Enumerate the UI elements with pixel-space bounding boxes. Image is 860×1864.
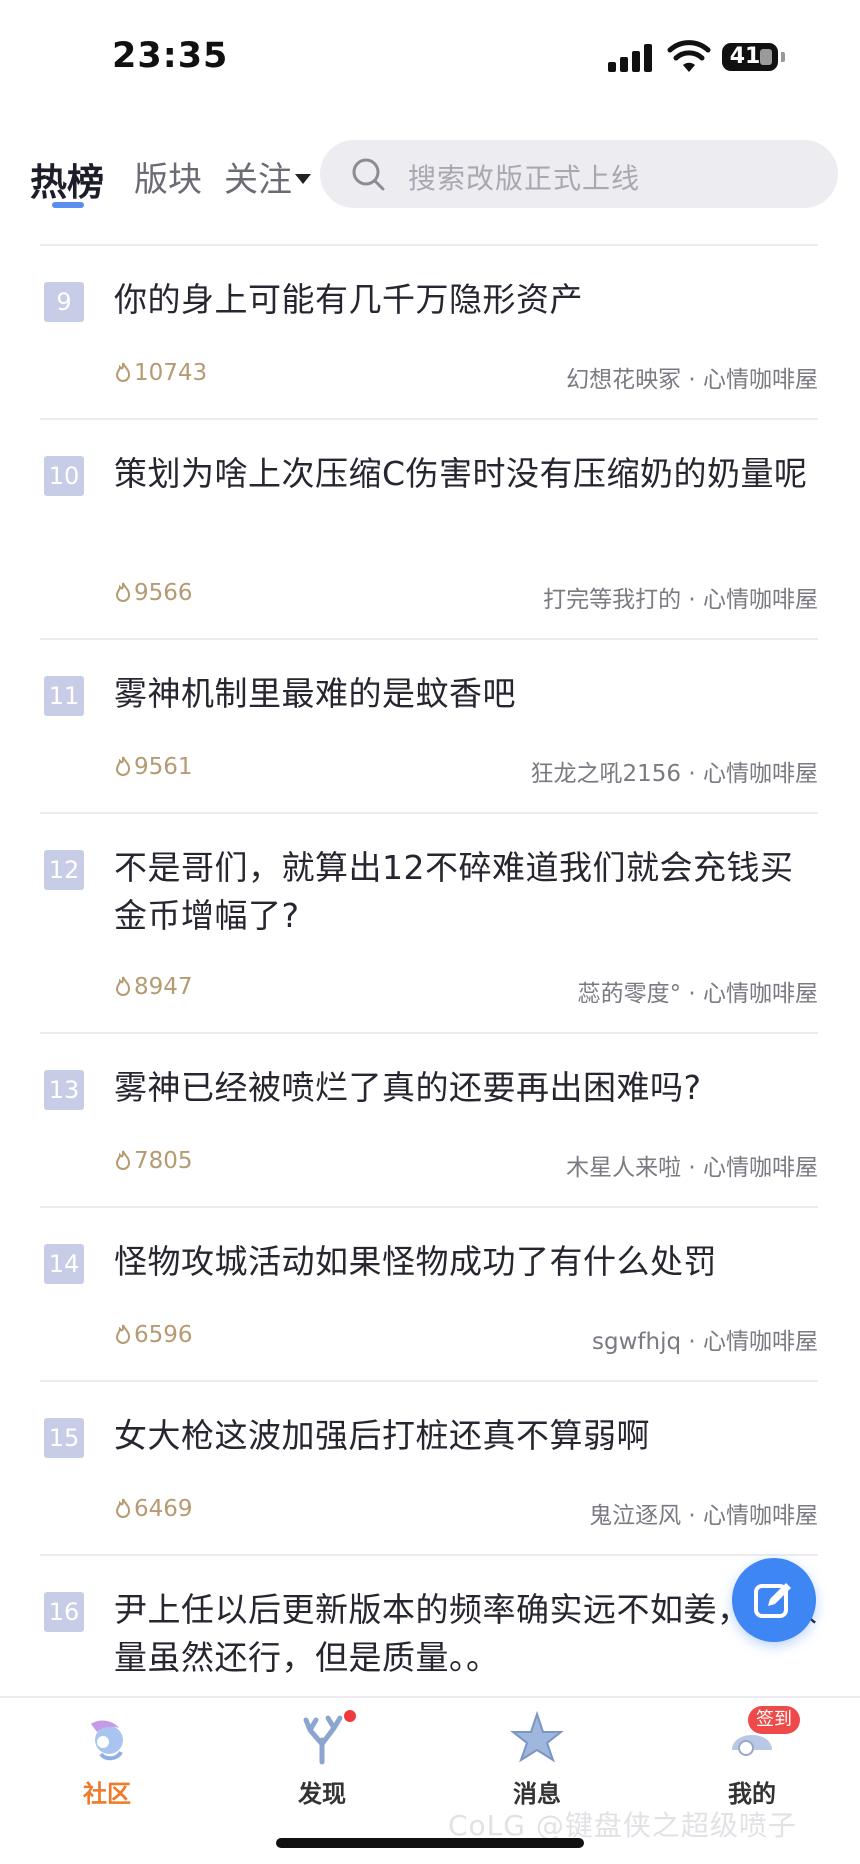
coral-icon xyxy=(294,1708,358,1766)
post-author-board[interactable]: 打完等我打的 · 心情咖啡屋 xyxy=(543,580,818,614)
status-time: 23:35 xyxy=(112,36,229,76)
rank-badge: 10 xyxy=(44,456,84,496)
battery-icon: 41 xyxy=(722,43,778,71)
list-item[interactable]: 14 怪物攻城活动如果怪物成功了有什么处罚 6596 sgwfhjq · 心情咖… xyxy=(0,1206,860,1380)
post-author-board[interactable]: 木星人来啦 · 心情咖啡屋 xyxy=(566,1148,818,1182)
tab-boards[interactable]: 版块 xyxy=(134,152,202,201)
caret-down-icon xyxy=(295,173,311,184)
list-item[interactable]: 9 你的身上可能有几千万隐形资产 10743 幻想花映冢 · 心情咖啡屋 xyxy=(0,244,860,418)
rank-badge: 11 xyxy=(44,676,84,716)
heat-value: 9566 xyxy=(134,580,193,606)
top-header: 热榜 版块 关注 搜索改版正式上线 xyxy=(0,130,860,240)
rank-badge: 12 xyxy=(44,850,84,890)
status-bar: 23:35 41 xyxy=(0,0,860,110)
rank-badge: 13 xyxy=(44,1070,84,1110)
heat-count: 9561 xyxy=(114,754,193,780)
nav-label-community: 社区 xyxy=(83,1780,131,1808)
heat-count: 9566 xyxy=(114,580,193,606)
active-tab-indicator xyxy=(52,202,84,208)
post-title: 女大枪这波加强后打桩还真不算弱啊 xyxy=(114,1416,650,1455)
battery-level-text: 41 xyxy=(729,44,761,69)
heat-count: 7805 xyxy=(114,1148,193,1174)
nav-item-community[interactable]: 社区 xyxy=(37,1710,177,1809)
shell-icon: 签到 xyxy=(724,1706,800,1766)
flame-icon xyxy=(115,1498,131,1518)
nav-item-discover[interactable]: 发现 xyxy=(252,1708,392,1809)
list-item[interactable]: 12 不是哥们，就算出12不碎难道我们就会充钱买金币增幅了? 8947 蕊菂零度… xyxy=(0,812,860,1032)
post-title: 怪物攻城活动如果怪物成功了有什么处罚 xyxy=(114,1242,717,1281)
post-title: 不是哥们，就算出12不碎难道我们就会充钱买金币增幅了? xyxy=(114,848,794,935)
heat-count: 10743 xyxy=(114,360,207,386)
nav-item-profile[interactable]: 签到 我的 xyxy=(682,1706,822,1809)
heat-count: 6596 xyxy=(114,1322,193,1348)
cellular-signal-icon xyxy=(608,44,654,72)
flame-icon xyxy=(115,362,131,382)
list-item[interactable]: 16 尹上任以后更新版本的频率确实远不如姜，畜数量虽然还行，但是质量。。 xyxy=(0,1554,860,1696)
post-title: 雾神已经被喷烂了真的还要再出困难吗? xyxy=(114,1068,702,1107)
tab-following-label: 关注 xyxy=(224,160,292,200)
rank-badge: 16 xyxy=(44,1592,84,1632)
flame-icon xyxy=(115,582,131,602)
search-placeholder: 搜索改版正式上线 xyxy=(408,162,641,195)
rank-badge: 14 xyxy=(44,1244,84,1284)
post-title: 你的身上可能有几千万隐形资产 xyxy=(114,280,583,319)
compose-post-button[interactable] xyxy=(732,1558,816,1642)
tab-following[interactable]: 关注 xyxy=(224,152,311,201)
heat-count: 6469 xyxy=(114,1496,193,1522)
tab-boards-label: 版块 xyxy=(134,160,202,200)
rank-badge: 9 xyxy=(44,282,84,322)
community-icon xyxy=(79,1710,135,1766)
checkin-badge[interactable]: 签到 xyxy=(748,1706,800,1734)
starfish-icon xyxy=(509,1710,565,1766)
heat-value: 6469 xyxy=(134,1496,193,1522)
notification-dot xyxy=(342,1708,358,1724)
post-author-board[interactable]: sgwfhjq · 心情咖啡屋 xyxy=(592,1322,818,1356)
heat-count: 8947 xyxy=(114,974,193,1000)
wifi-icon xyxy=(667,40,711,72)
flame-icon xyxy=(115,1324,131,1344)
heat-value: 7805 xyxy=(134,1148,193,1174)
list-item[interactable]: 10 策划为啥上次压缩C伤害时没有压缩奶的奶量呢 9566 打完等我打的 · 心… xyxy=(0,418,860,638)
flame-icon xyxy=(115,976,131,996)
nav-label-discover: 发现 xyxy=(298,1780,346,1808)
list-item[interactable]: 15 女大枪这波加强后打桩还真不算弱啊 6469 鬼泣逐风 · 心情咖啡屋 xyxy=(0,1380,860,1554)
heat-value: 9561 xyxy=(134,754,193,780)
search-bar[interactable]: 搜索改版正式上线 xyxy=(320,140,838,208)
list-item[interactable]: 11 雾神机制里最难的是蚊香吧 9561 狂龙之吼2156 · 心情咖啡屋 xyxy=(0,638,860,812)
home-indicator[interactable] xyxy=(276,1838,584,1848)
flame-icon xyxy=(115,756,131,776)
tab-hot-label: 热榜 xyxy=(30,161,104,204)
post-author-board[interactable]: 鬼泣逐风 · 心情咖啡屋 xyxy=(589,1496,818,1530)
post-title: 雾神机制里最难的是蚊香吧 xyxy=(114,674,516,713)
post-author-board[interactable]: 蕊菂零度° · 心情咖啡屋 xyxy=(578,974,818,1008)
post-title: 策划为啥上次压缩C伤害时没有压缩奶的奶量呢 xyxy=(114,454,808,493)
heat-value: 6596 xyxy=(134,1322,193,1348)
tab-hot-list[interactable]: 热榜 xyxy=(30,152,104,206)
heat-value: 10743 xyxy=(134,360,208,386)
post-author-board[interactable]: 狂龙之吼2156 · 心情咖啡屋 xyxy=(531,754,818,788)
post-title: 尹上任以后更新版本的频率确实远不如姜，畜数量虽然还行，但是质量。。 xyxy=(114,1590,818,1677)
edit-icon xyxy=(754,1583,791,1618)
heat-value: 8947 xyxy=(134,974,193,1000)
rank-badge: 15 xyxy=(44,1418,84,1458)
nav-item-messages[interactable]: 消息 xyxy=(467,1710,607,1809)
flame-icon xyxy=(115,1150,131,1170)
post-author-board[interactable]: 幻想花映冢 · 心情咖啡屋 xyxy=(566,360,818,394)
list-item[interactable]: 13 雾神已经被喷烂了真的还要再出困难吗? 7805 木星人来啦 · 心情咖啡屋 xyxy=(0,1032,860,1206)
search-icon xyxy=(352,158,385,191)
